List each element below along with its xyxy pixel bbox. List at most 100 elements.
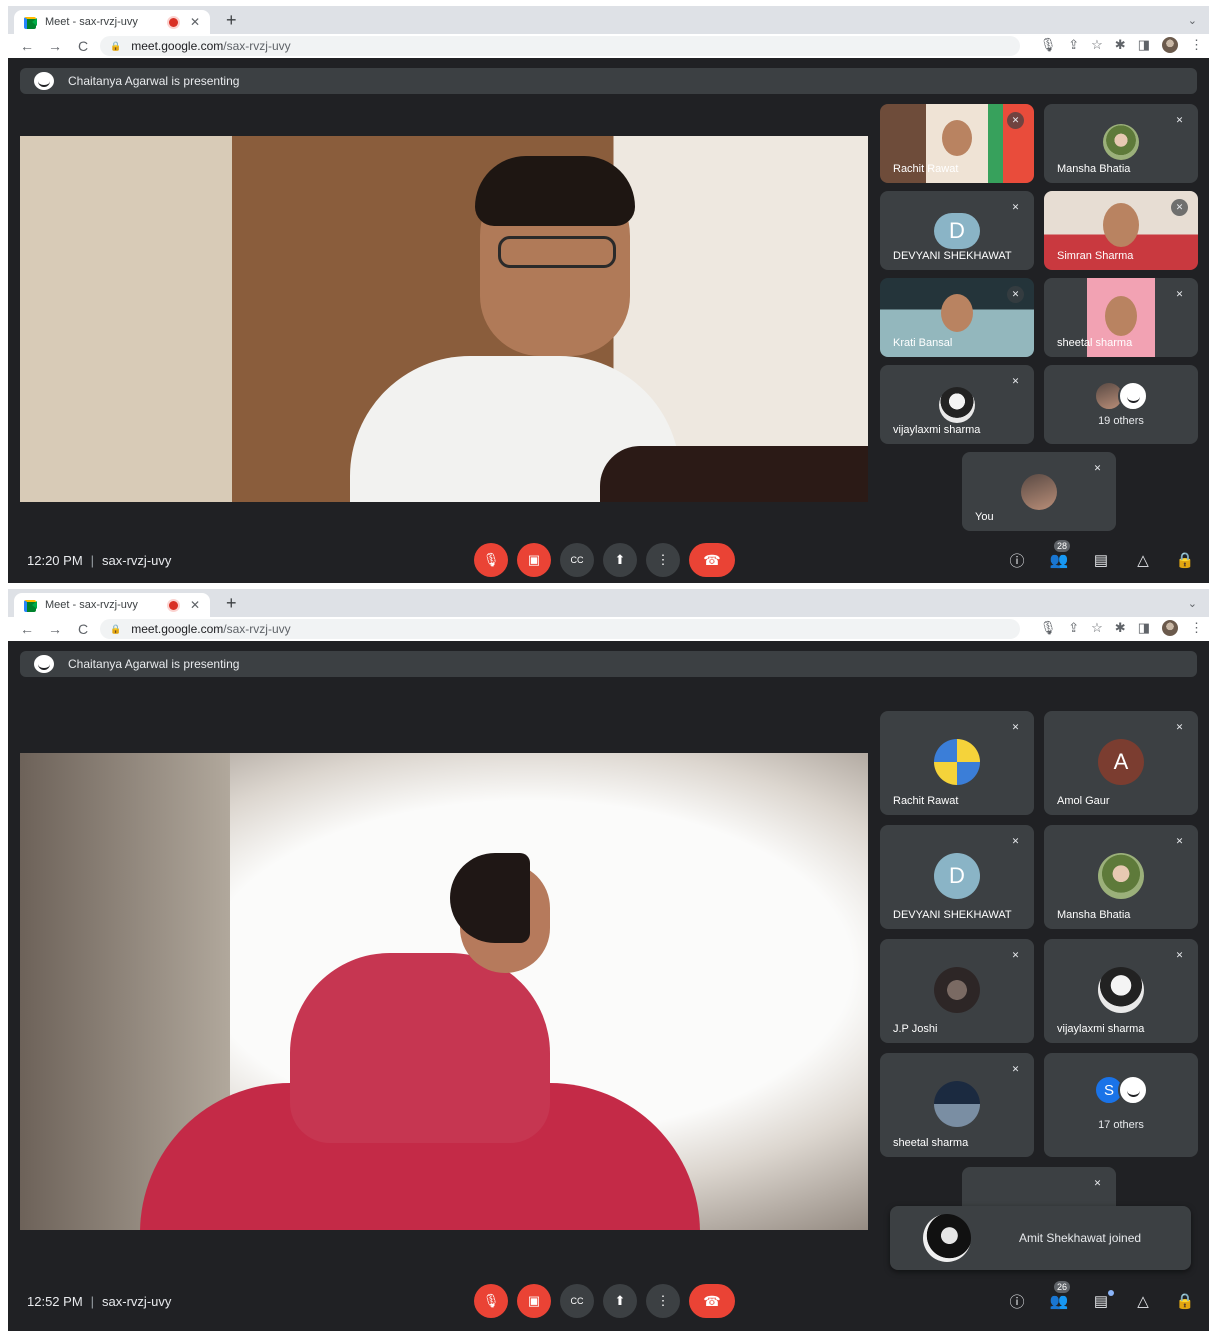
performer-hair <box>450 853 530 943</box>
presentation-video[interactable] <box>20 136 868 502</box>
chat-button[interactable]: ▤ <box>1091 1290 1114 1310</box>
browser-tab[interactable]: Meet - sax-rvzj-uvy ✕ <box>14 593 210 617</box>
others-tile[interactable]: 19 others <box>1044 365 1198 444</box>
browser-tab[interactable]: Meet - sax-rvzj-uvy ✕ <box>14 10 210 34</box>
extensions-icon[interactable]: ✱ <box>1115 37 1126 53</box>
participant-video <box>941 294 973 332</box>
smiley-avatar-icon <box>1118 381 1148 411</box>
participant-tile[interactable]: ✕ vijaylaxmi sharma <box>1044 939 1198 1043</box>
new-tab-button[interactable]: + <box>226 593 237 614</box>
participant-name: Mansha Bhatia <box>1057 909 1131 921</box>
camera-toggle-button[interactable]: ▣ <box>517 543 551 577</box>
meet-favicon-icon <box>24 17 37 29</box>
side-panel-buttons: ⓘ 👥 28 ▤ △ 🔒 <box>1007 540 1195 571</box>
back-icon[interactable]: ← <box>18 621 36 637</box>
participant-tile[interactable]: ✕ Rachit Rawat <box>880 104 1034 183</box>
participant-name: Mansha Bhatia <box>1057 163 1131 175</box>
participant-tile[interactable]: D ✕ DEVYANI SHEKHAWAT <box>880 191 1034 270</box>
mic-icon[interactable]: 🎙 <box>1040 620 1057 636</box>
chat-icon[interactable]: ▤ <box>1091 551 1111 569</box>
info-icon[interactable]: ⓘ <box>1007 1291 1027 1312</box>
forward-icon[interactable]: → <box>46 38 64 54</box>
participant-avatar <box>934 739 980 785</box>
others-tile[interactable]: S 17 others <box>1044 1053 1198 1157</box>
profile-avatar[interactable] <box>1162 37 1178 53</box>
participant-tile[interactable]: ✕ Mansha Bhatia <box>1044 104 1198 183</box>
profile-avatar[interactable] <box>1162 620 1178 636</box>
participant-avatar <box>1098 967 1144 1013</box>
participant-tile[interactable]: ✕ vijaylaxmi sharma <box>880 365 1034 444</box>
participant-tile[interactable]: ✕ Krati Bansal <box>880 278 1034 357</box>
address-bar[interactable]: 🔒 meet.google.com /sax-rvzj-uvy <box>100 619 1020 639</box>
mic-off-icon: ✕ <box>1011 376 1020 386</box>
joined-user-avatar <box>923 1214 971 1262</box>
share-icon[interactable]: ⇪ <box>1068 37 1079 53</box>
participant-tile[interactable]: D ✕ DEVYANI SHEKHAWAT <box>880 825 1034 929</box>
extensions-icon[interactable]: ✱ <box>1115 620 1126 636</box>
tab-close-icon[interactable]: ✕ <box>190 598 200 612</box>
end-call-button[interactable]: ☎ <box>689 543 735 577</box>
captions-button[interactable]: CC <box>560 543 594 577</box>
activities-icon[interactable]: △ <box>1133 1292 1153 1310</box>
participant-tile[interactable]: ✕ J.P Joshi <box>880 939 1034 1043</box>
meet-area: Chaitanya Agarwal is presenting ✕ Rachit… <box>8 58 1209 583</box>
tab-search-chevron-icon[interactable]: ⌄ <box>1188 14 1197 27</box>
call-controls: 🎙 ▣ CC ⬆ ⋮ ☎ <box>474 543 735 577</box>
participant-tile[interactable]: A ✕ Amol Gaur <box>1044 711 1198 815</box>
side-panel-icon[interactable]: ◨ <box>1138 37 1150 53</box>
participant-name: Simran Sharma <box>1057 250 1134 262</box>
forward-icon[interactable]: → <box>46 621 64 637</box>
participant-name: Rachit Rawat <box>893 163 959 175</box>
browser-menu-icon[interactable]: ⋮ <box>1190 620 1203 636</box>
self-tile[interactable]: ✕ You <box>962 452 1116 531</box>
participant-tile[interactable]: ✕ Rachit Rawat <box>880 711 1034 815</box>
mic-toggle-button[interactable]: 🎙 <box>474 543 508 577</box>
url-host: meet.google.com <box>131 622 224 636</box>
unread-dot-icon <box>1108 1290 1114 1296</box>
tab-title: Meet - sax-rvzj-uvy <box>45 16 138 28</box>
participant-avatar <box>1103 124 1139 160</box>
present-button[interactable]: ⬆ <box>603 1284 637 1318</box>
reload-icon[interactable]: C <box>74 38 92 54</box>
bookmark-star-icon[interactable]: ☆ <box>1091 37 1103 53</box>
side-panel-icon[interactable]: ◨ <box>1138 620 1150 636</box>
new-tab-button[interactable]: + <box>226 10 237 31</box>
separator: | <box>90 1293 95 1309</box>
more-options-button[interactable]: ⋮ <box>646 1284 680 1318</box>
people-button[interactable]: 👥 28 <box>1049 540 1071 569</box>
participant-name: Krati Bansal <box>893 337 953 349</box>
host-controls-icon[interactable]: 🔒 <box>1175 551 1195 569</box>
camera-toggle-button[interactable]: ▣ <box>517 1284 551 1318</box>
tab-search-chevron-icon[interactable]: ⌄ <box>1188 597 1197 610</box>
tab-close-icon[interactable]: ✕ <box>190 15 200 29</box>
share-icon[interactable]: ⇪ <box>1068 620 1079 636</box>
participant-tile[interactable]: ✕ sheetal sharma <box>1044 278 1198 357</box>
mic-icon[interactable]: 🎙 <box>1040 37 1057 53</box>
more-options-button[interactable]: ⋮ <box>646 543 680 577</box>
bookmark-star-icon[interactable]: ☆ <box>1091 620 1103 636</box>
lock-icon[interactable]: 🔒 <box>110 41 121 52</box>
participant-name: J.P Joshi <box>893 1023 938 1035</box>
presenter-hair <box>475 156 635 226</box>
participant-avatar <box>934 1081 980 1127</box>
lock-icon[interactable]: 🔒 <box>110 624 121 635</box>
captions-button[interactable]: CC <box>560 1284 594 1318</box>
back-icon[interactable]: ← <box>18 38 36 54</box>
present-button[interactable]: ⬆ <box>603 543 637 577</box>
participant-tile[interactable]: ✕ Mansha Bhatia <box>1044 825 1198 929</box>
people-button[interactable]: 👥 26 <box>1049 1281 1071 1310</box>
participant-tile[interactable]: ✕ sheetal sharma <box>880 1053 1034 1157</box>
toolbar-actions: 🎙 ⇪ ☆ ✱ ◨ ⋮ <box>1040 37 1203 53</box>
mic-toggle-button[interactable]: 🎙 <box>474 1284 508 1318</box>
participant-video <box>1103 203 1139 247</box>
host-controls-icon[interactable]: 🔒 <box>1175 1292 1195 1310</box>
presentation-video[interactable] <box>20 753 868 1230</box>
self-name: You <box>975 511 994 523</box>
end-call-button[interactable]: ☎ <box>689 1284 735 1318</box>
address-bar[interactable]: 🔒 meet.google.com /sax-rvzj-uvy <box>100 36 1020 56</box>
info-icon[interactable]: ⓘ <box>1007 550 1027 571</box>
activities-icon[interactable]: △ <box>1133 551 1153 569</box>
reload-icon[interactable]: C <box>74 621 92 637</box>
participant-tile[interactable]: ✕ Simran Sharma <box>1044 191 1198 270</box>
browser-menu-icon[interactable]: ⋮ <box>1190 37 1203 53</box>
